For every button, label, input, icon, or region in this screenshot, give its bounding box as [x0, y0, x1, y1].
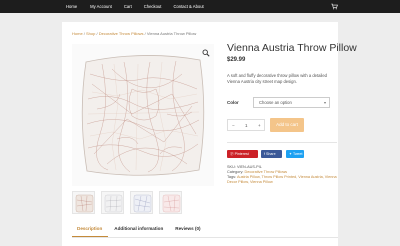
product-title: Vienna Austria Throw Pillow — [227, 42, 357, 54]
pillow-map-image — [81, 55, 205, 176]
pinterest-share-button[interactable]: ⓟ Pinterest — [227, 150, 258, 158]
product-tags: Tags: Austria Pillow, Throw Pillow Print… — [227, 175, 337, 185]
main-nav: Home My Account Cart Checkout Contact & … — [62, 0, 204, 13]
qty-plus-button[interactable]: + — [258, 120, 261, 131]
zoom-icon[interactable] — [202, 49, 210, 57]
thumbnail-4[interactable] — [159, 191, 182, 214]
breadcrumb: Home / Shop / Decorative Throw Pillows /… — [72, 31, 196, 36]
top-navigation-bar: Home My Account Cart Checkout Contact & … — [0, 0, 400, 13]
nav-cart-link[interactable]: Cart — [124, 0, 132, 13]
breadcrumb-current: Vienna Austria Throw Pillow — [146, 31, 197, 36]
nav-my-account-link[interactable]: My Account — [90, 0, 112, 13]
sku-label: SKU: — [227, 165, 236, 169]
thumbnail-pillow-image — [75, 194, 94, 213]
chevron-down-icon: ▾ — [323, 100, 326, 105]
color-label: Color — [227, 100, 239, 105]
color-select[interactable]: Choose an option ▾ — [253, 97, 330, 108]
active-tab-indicator — [72, 236, 108, 237]
cart-icon[interactable] — [331, 3, 338, 10]
quantity-stepper[interactable]: − 1 + — [227, 119, 265, 131]
thumbnail-2[interactable] — [101, 191, 124, 214]
breadcrumb-category-link[interactable]: Decorative Throw Pillows — [99, 31, 144, 36]
product-price: $29.99 — [227, 57, 246, 63]
facebook-label: Share — [266, 152, 276, 156]
nav-contact-about-link[interactable]: Contact & About — [173, 0, 203, 13]
color-select-value: Choose an option — [259, 100, 292, 105]
tags-links[interactable]: Austria Pillow, Throw Pillow Printed, Vi… — [227, 175, 337, 184]
category-link[interactable]: Decorative Throw Pillows — [245, 170, 288, 174]
product-main-image[interactable] — [72, 44, 214, 186]
thumbnail-pillow-image — [104, 194, 123, 213]
thumbnail-pillow-image — [162, 194, 181, 213]
tabs-divider — [72, 236, 338, 237]
product-thumbnails — [72, 191, 182, 214]
product-tabs: Description Additional information Revie… — [72, 226, 201, 231]
thumbnail-3[interactable] — [130, 191, 153, 214]
product-description: A soft and fluffy decorative throw pillo… — [227, 73, 328, 84]
pinterest-label: Pinterest — [234, 152, 249, 156]
twitter-label: Tweet — [292, 152, 303, 156]
qty-minus-button[interactable]: − — [232, 120, 235, 131]
breadcrumb-shop-link[interactable]: Shop — [86, 31, 95, 36]
thumbnail-pillow-image — [133, 194, 152, 213]
tab-description[interactable]: Description — [77, 226, 102, 231]
nav-checkout-link[interactable]: Checkout — [144, 0, 162, 13]
tags-label: Tags: — [227, 175, 237, 179]
add-to-cart-button[interactable]: Add to cart — [270, 118, 304, 132]
tab-reviews[interactable]: Reviews (0) — [175, 226, 200, 231]
divider — [227, 142, 337, 143]
thumbnail-1[interactable] — [72, 191, 95, 214]
category-label: Category: — [227, 170, 244, 174]
qty-value[interactable]: 1 — [245, 120, 248, 131]
tab-additional-information[interactable]: Additional information — [114, 226, 163, 231]
sku-value: VIEN-AUS-PIL — [236, 165, 262, 169]
twitter-share-button[interactable]: ✦ Tweet — [286, 150, 304, 158]
breadcrumb-home-link[interactable]: Home — [72, 31, 83, 36]
facebook-share-button[interactable]: f Share — [261, 150, 282, 158]
nav-home-link[interactable]: Home — [66, 0, 77, 13]
